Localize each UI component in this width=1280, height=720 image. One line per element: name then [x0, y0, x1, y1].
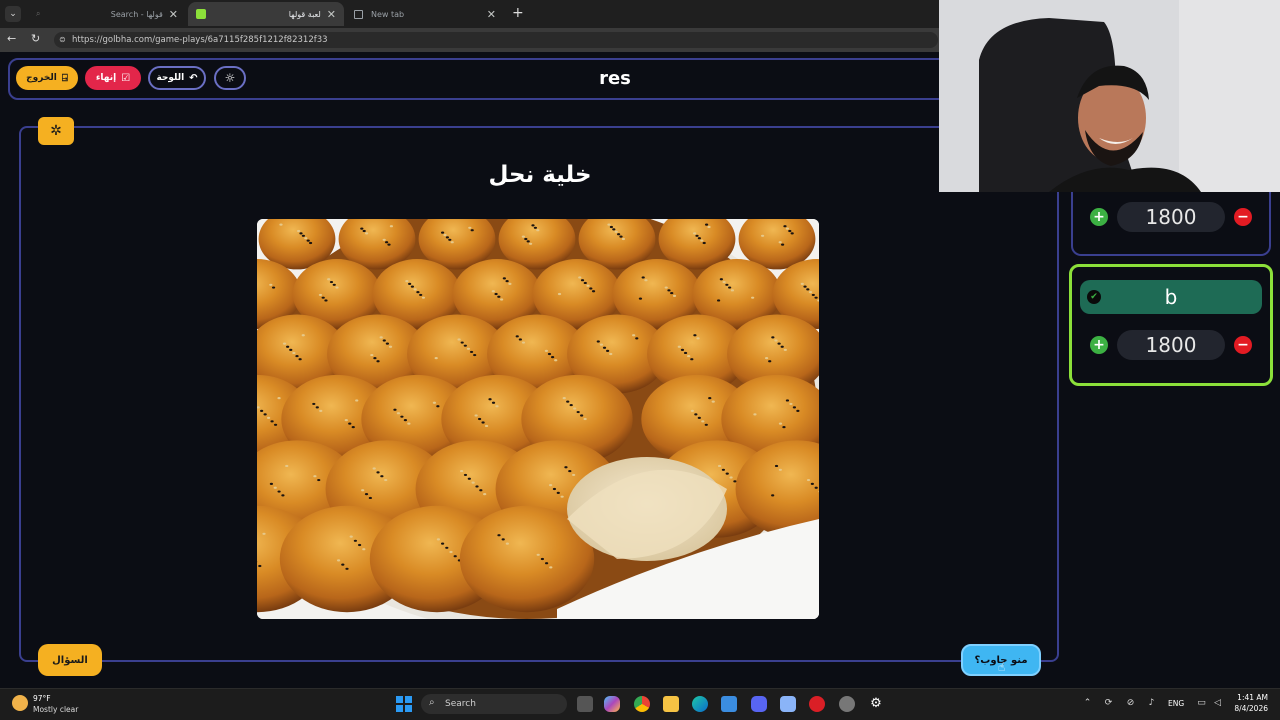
store-icon[interactable]: [721, 696, 737, 712]
taskbar-search-label: Search: [445, 699, 476, 709]
team-2-score: 1800: [1117, 330, 1225, 360]
reload-icon[interactable]: ↻: [31, 32, 40, 45]
undo-arrow-icon: ↶: [189, 72, 198, 84]
weather-moon-icon[interactable]: [12, 695, 28, 711]
app-icon[interactable]: [839, 696, 855, 712]
subtract-points-minus-icon[interactable]: −: [1234, 208, 1252, 226]
exit-label: الخروج: [26, 73, 57, 83]
url-text: https://golbha.com/game-plays/6a7115f285…: [72, 35, 328, 45]
game-favicon-icon: [196, 9, 206, 19]
question-title: خلية نحل: [488, 162, 592, 188]
team-2-score-row: + 1800 −: [1090, 330, 1252, 360]
page-favicon-icon: [354, 9, 363, 19]
theme-toggle-button[interactable]: ☼: [214, 66, 246, 90]
mouse-cursor-icon: ☝: [998, 660, 1006, 674]
bell-off-icon[interactable]: ⊘: [1125, 698, 1136, 709]
board-button[interactable]: اللوحة ↶: [148, 66, 206, 90]
game-title: res: [599, 68, 631, 89]
tray-chevron-icon[interactable]: ⌃: [1082, 698, 1093, 709]
tab-list-chevron-icon[interactable]: ⌄: [5, 6, 21, 22]
webcam-overlay: [939, 0, 1280, 192]
answered-check-icon: ✔: [1087, 290, 1101, 304]
tab-label: New tab: [371, 9, 405, 19]
add-points-plus-icon[interactable]: +: [1090, 336, 1108, 354]
new-tab-plus-icon[interactable]: +: [512, 5, 524, 21]
end-label: إنهاء: [95, 73, 117, 83]
tab-game[interactable]: لعبة قولها ✕: [188, 2, 344, 26]
board-label: اللوحة: [156, 73, 185, 83]
bread-buns-photo: [257, 219, 819, 619]
team-1-score: 1800: [1117, 202, 1225, 232]
network-icon[interactable]: ▭: [1196, 698, 1207, 709]
url-field[interactable]: ⊜ https://golbha.com/game-plays/6a7115f2…: [54, 32, 938, 48]
tab-label: Search - قولها: [110, 9, 163, 19]
add-points-plus-icon[interactable]: +: [1090, 208, 1108, 226]
weather-description[interactable]: Mostly clear: [33, 705, 78, 714]
weather-temperature[interactable]: 97°F: [33, 694, 51, 703]
settings-gear-icon[interactable]: ⚙: [868, 696, 884, 712]
bug-icon: ✲: [50, 123, 62, 139]
app-icon[interactable]: [780, 696, 796, 712]
creative-cloud-icon[interactable]: [809, 696, 825, 712]
edge-icon[interactable]: [692, 696, 708, 712]
team-2-name[interactable]: b: [1080, 280, 1262, 314]
windows-start-icon[interactable]: [396, 696, 412, 712]
team-1-score-row: + 1800 −: [1090, 202, 1252, 232]
tab-label: لعبة قولها: [288, 9, 321, 19]
report-bug-button[interactable]: ✲: [38, 117, 74, 145]
subtract-points-minus-icon[interactable]: −: [1234, 336, 1252, 354]
close-tab-icon[interactable]: ✕: [169, 8, 178, 21]
clock-date[interactable]: 8/4/2026: [1222, 704, 1268, 713]
site-info-icon[interactable]: ⊜: [59, 35, 66, 44]
end-game-button[interactable]: إنهاء ☑: [85, 66, 141, 90]
discord-icon[interactable]: [751, 696, 767, 712]
microphone-icon[interactable]: ♪: [1146, 698, 1157, 709]
search-tab-favicon-icon: ⌕: [36, 9, 41, 18]
copilot-icon[interactable]: [604, 696, 620, 712]
exit-button[interactable]: الخروج ⍈: [16, 66, 78, 90]
exit-door-icon: ⍈: [61, 72, 68, 84]
close-tab-icon[interactable]: ✕: [327, 8, 336, 21]
input-language[interactable]: ENG: [1168, 699, 1184, 708]
sun-icon: ☼: [224, 71, 236, 85]
back-arrow-icon[interactable]: ←: [7, 32, 16, 45]
task-view-icon[interactable]: [577, 696, 593, 712]
chrome-icon[interactable]: [634, 696, 650, 712]
file-explorer-icon[interactable]: [663, 696, 679, 712]
clock-time[interactable]: 1:41 AM: [1222, 693, 1268, 702]
tab-search[interactable]: ⌕ Search - قولها ✕: [28, 2, 186, 26]
tab-new[interactable]: New tab ✕: [346, 2, 504, 26]
question-image: [257, 219, 819, 619]
question-button[interactable]: السؤال: [38, 644, 102, 676]
webcam-person-image: [939, 0, 1280, 192]
close-tab-icon[interactable]: ✕: [487, 8, 496, 21]
search-icon: ⌕: [429, 697, 435, 708]
sync-icon[interactable]: ⟳: [1103, 698, 1114, 709]
clipboard-check-icon: ☑: [121, 72, 131, 84]
taskbar-search[interactable]: ⌕ Search: [421, 694, 567, 714]
